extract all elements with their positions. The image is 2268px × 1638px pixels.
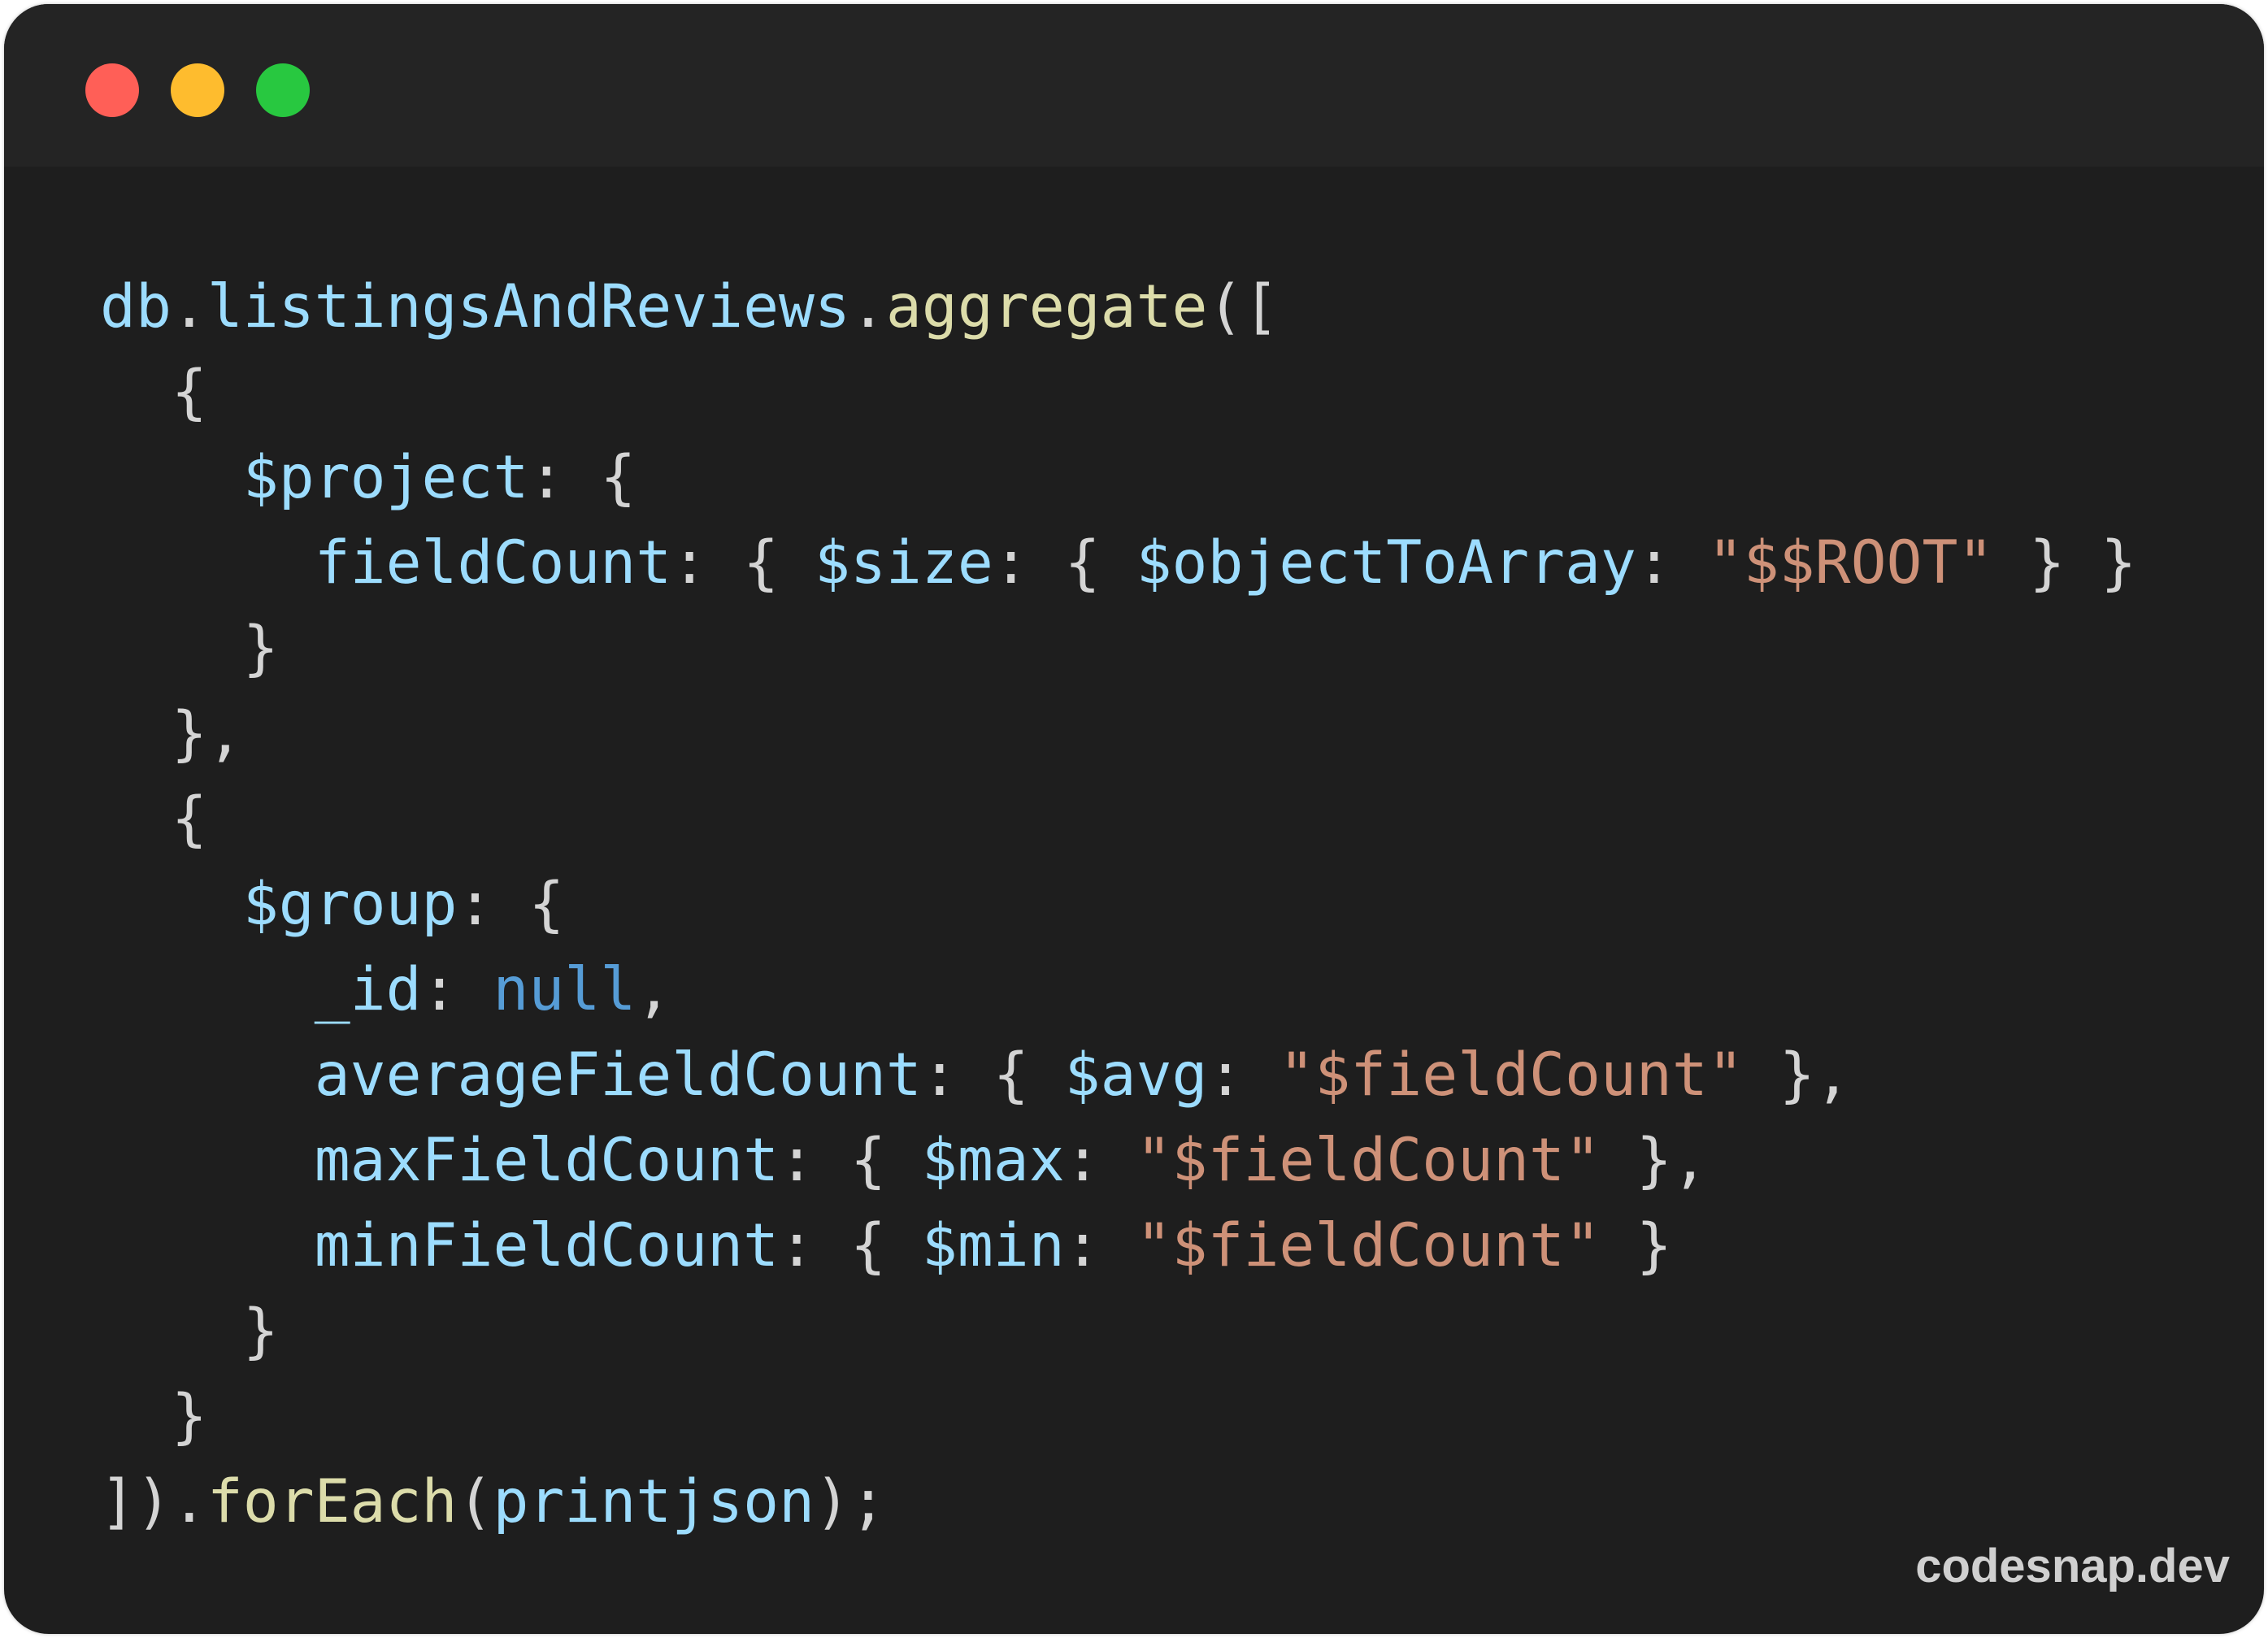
- code-token: : {: [457, 870, 565, 939]
- code-token: : {: [993, 528, 1136, 597]
- code-token: :: [1207, 1041, 1280, 1110]
- code-token: : {: [779, 1126, 922, 1195]
- window-titlebar: [4, 4, 2264, 167]
- code-token: },: [1743, 1041, 1851, 1110]
- code-token: maxFieldCount: [314, 1126, 780, 1195]
- code-token: "$$ROOT": [1707, 528, 1994, 597]
- close-window-icon[interactable]: [85, 63, 139, 117]
- code-token: :: [1064, 1211, 1136, 1280]
- code-token: $group: [242, 870, 458, 939]
- code-line: $group: {: [100, 862, 2136, 947]
- code-line: averageFieldCount: { $avg: "$fieldCount"…: [100, 1032, 2136, 1118]
- code-line: db.listingsAndReviews.aggregate([: [100, 264, 2136, 350]
- code-token: minFieldCount: [314, 1211, 780, 1280]
- code-token: : {: [921, 1041, 1065, 1110]
- code-line: fieldCount: { $size: { $objectToArray: "…: [100, 520, 2137, 606]
- code-token: : {: [528, 443, 637, 512]
- code-token: {: [100, 358, 207, 427]
- code-line: minFieldCount: { $min: "$fieldCount" }: [100, 1203, 2136, 1288]
- code-token: ]).: [100, 1467, 207, 1536]
- code-token: forEach: [206, 1467, 458, 1536]
- code-token: $size: [815, 528, 993, 597]
- code-token: );: [815, 1467, 886, 1536]
- code-line: }: [100, 1288, 2136, 1374]
- code-token: }: [100, 1297, 279, 1366]
- code-token: $objectToArray: [1136, 528, 1636, 597]
- code-token: $max: [921, 1126, 1065, 1195]
- code-token: listingsAndReviews: [206, 272, 850, 341]
- code-token: ([: [1207, 272, 1280, 341]
- code-token: "$fieldCount": [1136, 1211, 1601, 1280]
- code-token: .: [171, 272, 207, 341]
- code-token: : {: [779, 1211, 922, 1280]
- code-token: (: [457, 1467, 493, 1536]
- code-token: }: [1600, 1211, 1672, 1280]
- watermark: codesnap.dev: [1915, 1540, 2230, 1592]
- code-token: averageFieldCount: [314, 1041, 922, 1110]
- code-token: printjson: [493, 1467, 815, 1536]
- code-line: }: [100, 606, 2136, 691]
- code-token: db: [100, 272, 172, 341]
- code-token: :: [1064, 1126, 1136, 1195]
- code-token: $project: [242, 443, 529, 512]
- code-token: {: [100, 784, 207, 854]
- code-line: {: [100, 776, 2136, 862]
- code-token: :: [1636, 528, 1708, 597]
- code-line: _id: null,: [100, 947, 2136, 1032]
- code-token: },: [1600, 1126, 1708, 1195]
- code-line: $project: {: [100, 435, 2136, 520]
- code-token: ,: [636, 955, 672, 1024]
- code-token: : {: [671, 528, 815, 597]
- code-token: "$fieldCount": [1136, 1126, 1601, 1195]
- code-block: db.listingsAndReviews.aggregate([ { $pro…: [100, 264, 2136, 1545]
- code-token: null: [493, 955, 637, 1024]
- code-token: }: [100, 614, 279, 683]
- code-line: maxFieldCount: { $max: "$fieldCount" },: [100, 1118, 2136, 1203]
- code-token: "$fieldCount": [1279, 1041, 1744, 1110]
- code-token: $avg: [1064, 1041, 1208, 1110]
- code-line: },: [100, 691, 2136, 776]
- code-line: }: [100, 1374, 2136, 1459]
- code-token: $min: [921, 1211, 1065, 1280]
- code-token: .: [849, 272, 886, 341]
- code-token: }: [100, 1382, 207, 1451]
- maximize-window-icon[interactable]: [256, 63, 310, 117]
- code-token: _id: [314, 955, 422, 1024]
- code-token: aggregate: [885, 272, 1208, 341]
- code-token: },: [100, 699, 243, 768]
- code-snippet-window: db.listingsAndReviews.aggregate([ { $pro…: [4, 4, 2264, 1634]
- code-line: ]).forEach(printjson);: [100, 1459, 2136, 1545]
- code-line: {: [100, 350, 2136, 435]
- minimize-window-icon[interactable]: [171, 63, 224, 117]
- code-token: fieldCount: [314, 528, 672, 597]
- code-token: } }: [1993, 528, 2137, 597]
- code-token: :: [421, 955, 493, 1024]
